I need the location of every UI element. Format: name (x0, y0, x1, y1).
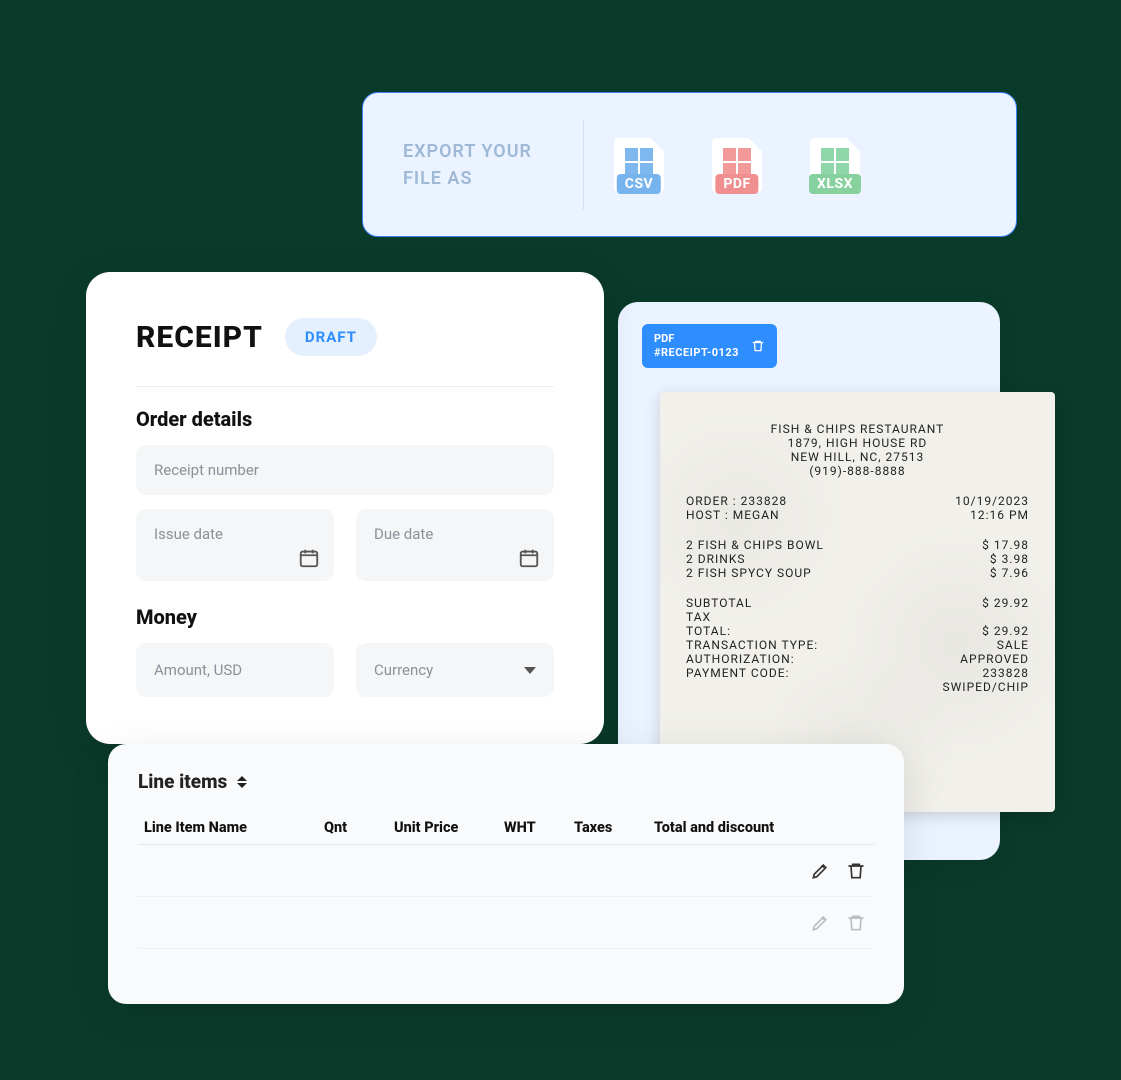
divider (136, 386, 554, 387)
file-chip-id: #RECEIPT-0123 (654, 346, 739, 360)
receipt-address1: 1879, HIGH HOUSE RD (686, 436, 1029, 450)
calendar-icon (518, 547, 540, 569)
export-label: EXPORT YOUR FILE AS (403, 138, 573, 192)
line-items-card: Line items Line Item Name Qnt Unit Price… (108, 744, 904, 1004)
page-title: RECEIPT (136, 320, 263, 355)
calendar-icon (298, 547, 320, 569)
col-unit-price: Unit Price (388, 811, 498, 845)
file-xlsx-icon: XLSX (810, 138, 860, 192)
line-items-title: Line items (138, 770, 227, 793)
export-option-csv[interactable]: CSV (614, 138, 664, 192)
receipt-form-card: RECEIPT DRAFT Order details Receipt numb… (86, 272, 604, 744)
edit-icon[interactable] (810, 861, 830, 881)
amount-input[interactable]: Amount, USD (136, 643, 334, 697)
due-date-input[interactable]: Due date (356, 509, 554, 581)
chevron-down-icon (524, 667, 536, 674)
receipt-phone: (919)-888-8888 (686, 464, 1029, 478)
line-items-table: Line Item Name Qnt Unit Price WHT Taxes … (138, 811, 874, 949)
table-row (138, 897, 874, 949)
section-order-details: Order details (136, 407, 554, 431)
col-total: Total and discount (648, 811, 794, 845)
file-csv-icon: CSV (614, 138, 664, 192)
divider (583, 120, 584, 210)
issue-date-input[interactable]: Issue date (136, 509, 334, 581)
export-options: CSV PDF XLSX (614, 138, 860, 192)
section-money: Money (136, 605, 554, 629)
currency-select[interactable]: Currency (356, 643, 554, 697)
trash-icon[interactable] (846, 861, 866, 881)
receipt-address2: NEW HILL, NC, 27513 (686, 450, 1029, 464)
receipt-items: 2 FISH & CHIPS BOWL$ 17.98 2 DRINKS$ 3.9… (686, 538, 1029, 580)
export-bar: EXPORT YOUR FILE AS CSV PDF XLSX (362, 92, 1017, 237)
file-pdf-icon: PDF (712, 138, 762, 192)
col-name: Line Item Name (138, 811, 318, 845)
export-option-pdf[interactable]: PDF (712, 138, 762, 192)
col-wht: WHT (498, 811, 568, 845)
sort-icon[interactable] (237, 774, 249, 790)
receipt-number-input[interactable]: Receipt number (136, 445, 554, 495)
trash-icon[interactable] (846, 913, 866, 933)
edit-icon[interactable] (810, 913, 830, 933)
receipt-merchant: FISH & CHIPS RESTAURANT (686, 422, 1029, 436)
status-badge: DRAFT (285, 318, 377, 356)
file-chip[interactable]: PDF #RECEIPT-0123 (642, 324, 777, 368)
col-taxes: Taxes (568, 811, 648, 845)
trash-icon[interactable] (751, 338, 765, 354)
col-qnt: Qnt (318, 811, 388, 845)
export-option-xlsx[interactable]: XLSX (810, 138, 860, 192)
table-row (138, 845, 874, 897)
file-chip-type: PDF (654, 332, 739, 346)
